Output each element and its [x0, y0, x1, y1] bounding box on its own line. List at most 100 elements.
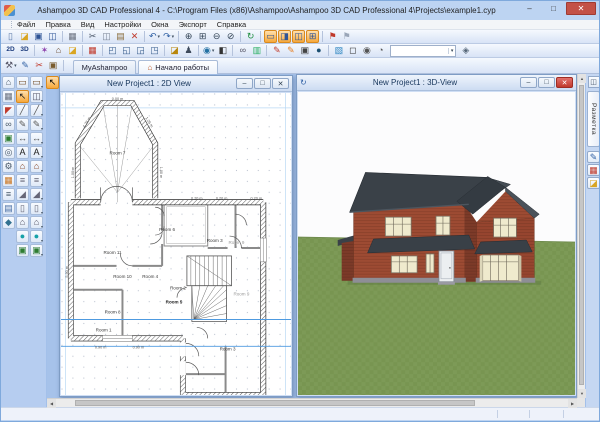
image-tool-button[interactable]: ▣: [16, 244, 29, 257]
building-type-tool-button[interactable]: ⌂▾: [30, 216, 43, 229]
text-tool-button[interactable]: A: [16, 146, 29, 159]
dimension-type-tool-dropdown-icon[interactable]: ▾: [41, 140, 43, 145]
column-type-tool-button[interactable]: ▯▾: [30, 202, 43, 215]
refresh-view-button[interactable]: ↻: [244, 30, 257, 43]
tab-getting-started[interactable]: ⌂Начало работы: [138, 60, 218, 74]
horizontal-scrollbar[interactable]: ◀ ▶: [47, 398, 577, 407]
catalog-vertical-tab[interactable]: Разметка: [587, 91, 600, 147]
column-type-tool-dropdown-icon[interactable]: ▾: [41, 210, 43, 215]
tools-wrench-dropdown-icon[interactable]: ▾: [14, 63, 17, 69]
paste-button[interactable]: ▤: [114, 30, 127, 43]
window-columns-button[interactable]: ◳: [148, 44, 161, 57]
globe-dark-button[interactable]: ●: [312, 44, 325, 57]
text-type-tool-button[interactable]: A▾: [30, 146, 43, 159]
window-tile-horizontal-button[interactable]: ◱: [120, 44, 133, 57]
stairs-tool-dropdown-icon[interactable]: ▾: [41, 182, 43, 187]
mode-3d-button[interactable]: 3D: [18, 44, 31, 57]
layout-quad-view-button[interactable]: ⊞: [306, 30, 319, 43]
window-3d-close-button[interactable]: ✕: [556, 77, 573, 88]
menu-export[interactable]: Экспорт: [179, 20, 207, 29]
dome-type-tool-button[interactable]: ●▾: [30, 230, 43, 243]
image-type-tool-dropdown-icon[interactable]: ▾: [41, 252, 43, 257]
wall-tool-button[interactable]: ▭: [16, 76, 29, 89]
menu-windows[interactable]: Окна: [151, 20, 168, 29]
mode-2d-button[interactable]: 2D: [4, 44, 17, 57]
window-2d-minimize-button[interactable]: –: [236, 78, 253, 89]
new-project-button[interactable]: ▯: [4, 30, 17, 43]
remove-scissors-button[interactable]: ✂: [33, 59, 46, 72]
print-button[interactable]: ▦: [66, 30, 79, 43]
scroll-left-button[interactable]: ◀: [47, 399, 56, 408]
wall-type-tool-dropdown-icon[interactable]: ▾: [41, 84, 43, 89]
tab-myashampoo[interactable]: MyAshampoo: [73, 60, 137, 74]
house-type-tool-dropdown-icon[interactable]: ▾: [41, 168, 43, 173]
color-settings-button[interactable]: ▥: [250, 44, 263, 57]
vertical-scroll-thumb[interactable]: [579, 85, 584, 385]
text-type-tool-dropdown-icon[interactable]: ▾: [41, 154, 43, 159]
flag-marker-disabled-button[interactable]: ⚑: [340, 30, 353, 43]
chart-view-button[interactable]: ▧: [332, 44, 345, 57]
layout-split-vertical-button[interactable]: ◫: [292, 30, 305, 43]
menu-file[interactable]: Файл: [17, 20, 35, 29]
view-contrast-button[interactable]: ◧: [216, 44, 229, 57]
view-globe-dropdown-icon[interactable]: ▾: [212, 48, 215, 54]
delete-button[interactable]: ✕: [128, 30, 141, 43]
redo-button[interactable]: ↷▾: [162, 30, 175, 43]
tools-wrench-button[interactable]: ⚒▾: [4, 59, 18, 72]
window-3d-maximize-button[interactable]: □: [538, 77, 555, 88]
window-2d-titlebar[interactable]: New Project1 : 2D View – □ ✕: [60, 76, 292, 92]
roof-type-tool-button[interactable]: ◢▾: [30, 188, 43, 201]
corner-marker-button[interactable]: ◤: [2, 104, 15, 117]
view-selector-combobox-dropdown-icon[interactable]: ▾: [448, 48, 456, 54]
open-project-button[interactable]: ◪: [18, 30, 31, 43]
house-tool-button[interactable]: ⌂: [16, 160, 29, 173]
roof-type-tool-dropdown-icon[interactable]: ▾: [41, 196, 43, 201]
export-image-button[interactable]: ▣: [47, 59, 60, 72]
window-3d-titlebar[interactable]: ↻ New Project1 : 3D-View – □ ✕: [297, 75, 576, 91]
menu-edit[interactable]: Правка: [45, 20, 70, 29]
texture-mosaic-button[interactable]: ▦: [2, 174, 15, 187]
raster-image-button[interactable]: ▤: [2, 202, 15, 215]
settings-gear-button[interactable]: ⚙: [2, 160, 15, 173]
menu-view[interactable]: Вид: [81, 20, 95, 29]
notes-list-button[interactable]: ≡: [2, 188, 15, 201]
building-type-tool-dropdown-icon[interactable]: ▾: [41, 224, 43, 229]
edit-pen-red-button[interactable]: ✎: [270, 44, 283, 57]
snapshot-camera-button[interactable]: ▣: [298, 44, 311, 57]
link-views-button[interactable]: ∞: [236, 44, 249, 57]
floorplan-canvas[interactable]: Room 7Room 6Room 3Room 9Room 11Room 10Ro…: [61, 93, 291, 395]
find-edit-button[interactable]: ✎: [19, 59, 32, 72]
autohide-pin-icon[interactable]: ◫: [588, 76, 600, 88]
horizontal-scroll-thumb[interactable]: [75, 400, 475, 406]
building-tool-button[interactable]: ⌂: [16, 216, 29, 229]
materials-grid-button[interactable]: ▦: [587, 164, 600, 176]
pencil-type-tool-button[interactable]: ✎▾: [30, 118, 43, 131]
window-tool-button[interactable]: ◫▾: [30, 90, 43, 103]
window-2d-view[interactable]: New Project1 : 2D View – □ ✕: [59, 75, 293, 397]
view-globe-button[interactable]: ◉▾: [202, 44, 215, 57]
wizard-folder-button[interactable]: ◪: [66, 44, 79, 57]
search-binoculars-button[interactable]: ∞: [2, 118, 15, 131]
save-button[interactable]: ▣: [32, 30, 45, 43]
window-2d-maximize-button[interactable]: □: [254, 78, 271, 89]
sketch-pencil-tool-button[interactable]: ✎: [16, 118, 29, 131]
undo-dropdown-icon[interactable]: ▾: [158, 34, 161, 40]
daytime-clock-button[interactable]: ◔: [374, 44, 387, 57]
texture-pencil-button[interactable]: ✎: [587, 151, 600, 163]
world-view-button[interactable]: ◉: [360, 44, 373, 57]
stairs-tool-button[interactable]: ≡▾: [30, 174, 43, 187]
close-button[interactable]: ✕: [566, 2, 596, 15]
zoom-out-button[interactable]: ⊖: [210, 30, 223, 43]
flag-marker-button[interactable]: ⚑: [326, 30, 339, 43]
window-3d-view[interactable]: ↻ New Project1 : 3D-View – □ ✕: [296, 74, 577, 397]
project-folder-button[interactable]: ◪: [168, 44, 181, 57]
layout-single-view-button[interactable]: ▭: [264, 30, 277, 43]
active-select-tool-button[interactable]: ↖: [46, 76, 59, 89]
line-tool-button[interactable]: ╱: [16, 104, 29, 117]
window-cascade-button[interactable]: ◰: [106, 44, 119, 57]
railing-tool-button[interactable]: ≡: [16, 174, 29, 187]
project-home-button[interactable]: ⌂: [2, 76, 15, 89]
render-3d-canvas[interactable]: [298, 92, 575, 395]
dome-tool-button[interactable]: ●: [16, 230, 29, 243]
window-2d-close-button[interactable]: ✕: [272, 78, 289, 89]
